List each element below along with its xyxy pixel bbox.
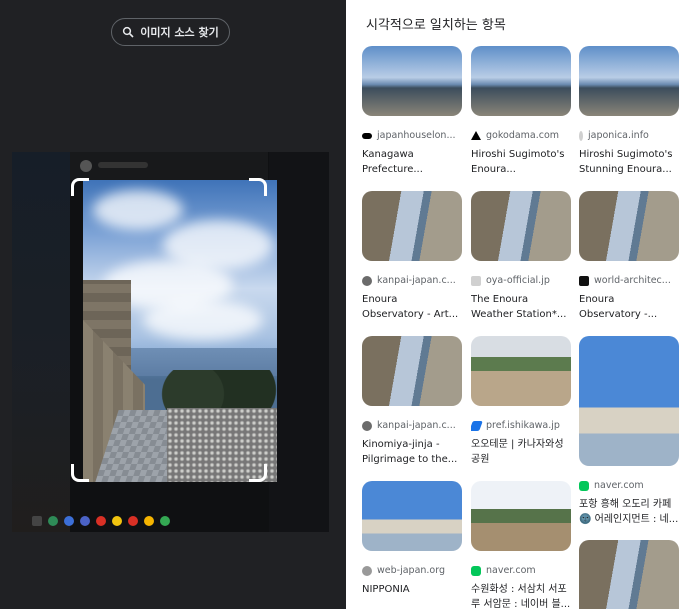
result-thumbnail[interactable] (579, 336, 679, 466)
app-icon (128, 516, 138, 526)
app-icon (96, 516, 106, 526)
image-preview-pane: 이미지 소스 찾기 (0, 0, 346, 609)
crop-handle-top-left[interactable] (71, 178, 89, 196)
result-title: Hiroshi Sugimoto's Enoura... (471, 149, 565, 175)
result-card[interactable]: kanpai-japan.c... Enoura Observatory - A… (362, 191, 462, 322)
avatar (80, 160, 92, 172)
site-favicon-icon (579, 275, 589, 286)
mountain-favicon-icon (471, 131, 481, 140)
app-icon (64, 516, 74, 526)
find-image-source-label: 이미지 소스 찾기 (140, 26, 219, 39)
result-card[interactable] (579, 540, 679, 609)
result-thumbnail[interactable] (579, 540, 679, 609)
result-source: naver.com (471, 565, 571, 576)
result-source: naver.com (579, 480, 679, 491)
result-source: japonica.info (579, 130, 679, 141)
site-favicon-icon (362, 420, 372, 431)
app-icon (160, 516, 170, 526)
app-icon (80, 516, 90, 526)
result-card[interactable]: japanhouselon... Kanagawa Prefecture... (362, 46, 462, 177)
result-source: oya-official.jp (471, 275, 571, 286)
result-title: NIPPONIA (362, 584, 410, 595)
app-icon (144, 516, 154, 526)
result-source: pref.ishikawa.jp (471, 420, 571, 431)
screenshot-preview (12, 152, 329, 532)
crop-handle-top-right[interactable] (249, 178, 267, 196)
result-thumbnail[interactable] (579, 46, 679, 116)
app-icon (112, 516, 122, 526)
result-card[interactable]: world-architec... Enoura Observatory -..… (579, 191, 679, 322)
result-thumbnail[interactable] (471, 46, 571, 116)
result-card[interactable]: naver.com 포항 흥해 오도리 카페 🌚 어레인지먼트 : 네... (579, 336, 679, 527)
naver-favicon-icon (471, 565, 481, 576)
visual-matches-heading: 시각적으로 일치하는 항목 (366, 18, 506, 33)
app-dock (32, 514, 312, 528)
result-card[interactable]: japonica.info Hiroshi Sugimoto's Stunnin… (579, 46, 679, 177)
site-favicon-icon (362, 132, 372, 139)
site-favicon-icon (471, 420, 483, 431)
result-thumbnail[interactable] (471, 481, 571, 551)
result-thumbnail[interactable] (471, 191, 571, 261)
result-thumbnail[interactable] (362, 46, 462, 116)
naver-favicon-icon (579, 480, 589, 491)
dimmed-region (12, 152, 70, 532)
result-title: 수원화성 : 서삼치 서포루 서암문 : 네이버 블... (471, 584, 571, 609)
result-title: Hiroshi Sugimoto's Stunning Enoura... (579, 149, 673, 175)
result-thumbnail[interactable] (579, 191, 679, 261)
result-source: gokodama.com (471, 130, 571, 141)
result-thumbnail[interactable] (362, 191, 462, 261)
result-source: kanpai-japan.c... (362, 275, 462, 286)
result-source: japanhouselon... (362, 130, 462, 141)
result-title: Enoura Observatory - Art... (362, 294, 459, 320)
result-title: 포항 흥해 오도리 카페 🌚 어레인지먼트 : 네... (579, 499, 679, 525)
result-card[interactable]: gokodama.com Hiroshi Sugimoto's Enoura..… (471, 46, 571, 177)
result-card[interactable]: pref.ishikawa.jp 오오테문 | 카나자와성 공원 (471, 336, 571, 467)
result-thumbnail[interactable] (362, 481, 462, 551)
result-source: kanpai-japan.c... (362, 420, 462, 431)
lens-search-icon (123, 26, 134, 38)
result-source: web-japan.org (362, 565, 462, 576)
site-favicon-icon (471, 275, 481, 286)
result-title: 오오테문 | 카나자와성 공원 (471, 439, 564, 465)
dimmed-region (269, 152, 329, 532)
result-title: Kanagawa Prefecture... (362, 149, 423, 175)
result-card[interactable]: web-japan.org NIPPONIA (362, 481, 462, 609)
site-favicon-icon (579, 130, 583, 141)
result-title: Kinomiya-jinja - Pilgrimage to the... (362, 439, 458, 465)
site-favicon-icon (362, 275, 372, 286)
visual-matches-panel: 시각적으로 일치하는 항목 japanhouselon... Kanagawa … (346, 0, 685, 609)
result-thumbnail[interactable] (471, 336, 571, 406)
crop-handle-bottom-right[interactable] (249, 464, 267, 482)
result-card[interactable]: naver.com 수원화성 : 서삼치 서포루 서암문 : 네이버 블... (471, 481, 571, 609)
crop-handle-bottom-left[interactable] (71, 464, 89, 482)
find-image-source-button[interactable]: 이미지 소스 찾기 (111, 18, 230, 46)
username-placeholder (98, 162, 148, 168)
result-card[interactable]: oya-official.jp The Enoura Weather Stati… (471, 191, 571, 322)
app-icon (48, 516, 58, 526)
post-header (70, 152, 268, 180)
result-source: world-architec... (579, 275, 679, 286)
result-title: The Enoura Weather Station*... (471, 294, 567, 320)
apps-grid-icon (32, 516, 42, 526)
result-card[interactable]: kanpai-japan.c... Kinomiya-jinja - Pilgr… (362, 336, 462, 467)
result-title: Enoura Observatory -... (579, 294, 658, 320)
site-favicon-icon (362, 565, 372, 576)
result-thumbnail[interactable] (362, 336, 462, 406)
selected-photo (83, 180, 277, 482)
